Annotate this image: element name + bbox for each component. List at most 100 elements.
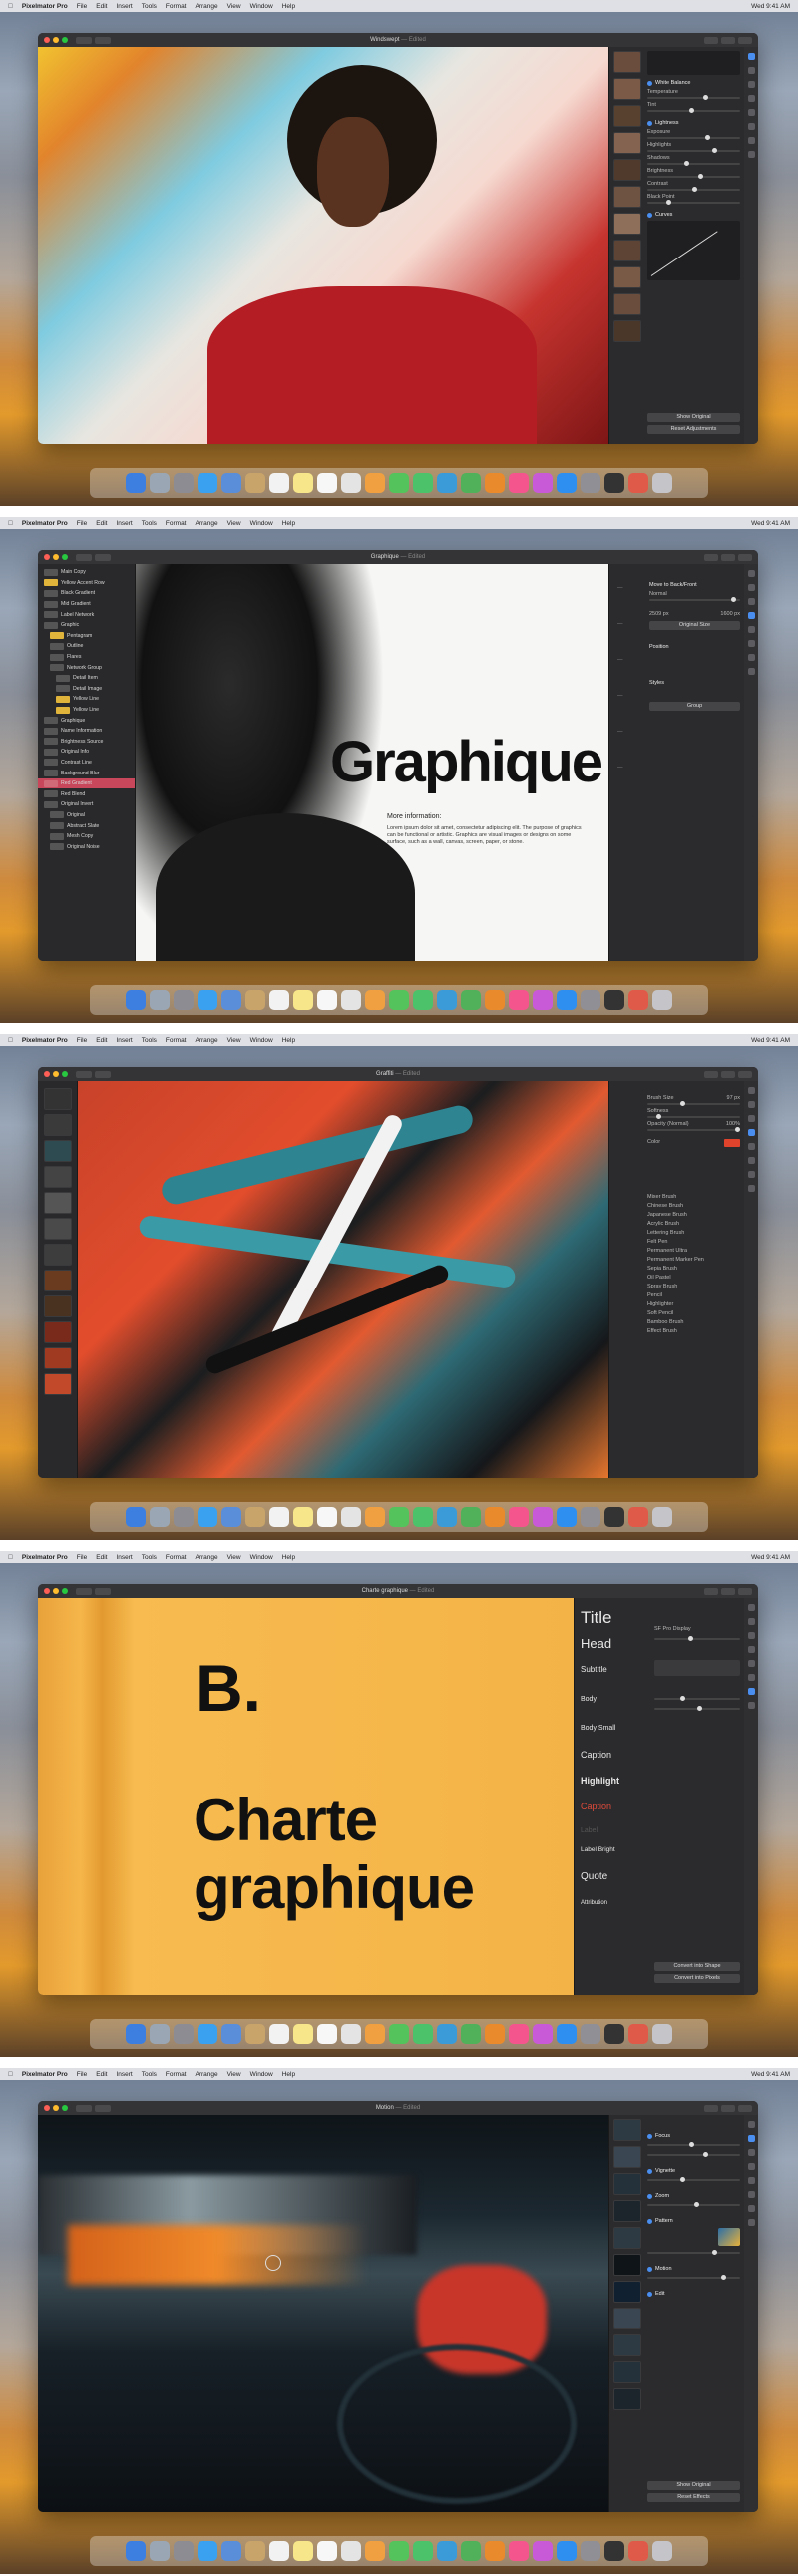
menu-window[interactable]: Window (250, 1037, 273, 1044)
menu-tools[interactable]: Tools (142, 2071, 157, 2078)
menu-arrange[interactable]: Arrange (196, 3, 218, 10)
zoom-icon[interactable] (62, 37, 68, 43)
layers-button[interactable] (738, 553, 752, 561)
effect-thumbnail[interactable] (613, 2200, 641, 2222)
effect-thumbnail[interactable] (613, 2308, 641, 2329)
layer-row[interactable]: Detail Image (38, 684, 135, 695)
menu-window[interactable]: Window (250, 3, 273, 10)
retouch-icon[interactable] (747, 1115, 755, 1122)
menu-insert[interactable]: Insert (116, 2071, 132, 2078)
notes-icon[interactable] (293, 2541, 313, 2561)
layer-row[interactable]: Original Invert (38, 799, 135, 810)
pattern-swatch[interactable] (718, 2228, 740, 2246)
pages-icon[interactable] (485, 473, 505, 493)
siri-icon[interactable] (150, 2024, 170, 2044)
maps-icon[interactable] (341, 990, 361, 1010)
type-icon[interactable] (747, 654, 755, 661)
style-body-small[interactable]: Body Small (581, 1725, 650, 1732)
style-attribution[interactable]: Attribution (581, 1900, 650, 1906)
mail-icon[interactable] (221, 2541, 241, 2561)
pattern-effect-icon[interactable] (613, 2281, 641, 2303)
folder-icon[interactable] (628, 990, 648, 1010)
contacts-icon[interactable] (245, 1507, 265, 1527)
numbers-icon[interactable] (461, 1507, 481, 1527)
menu-file[interactable]: File (77, 1037, 87, 1044)
reminders-icon[interactable] (317, 990, 337, 1010)
ibooks-icon[interactable] (533, 2024, 553, 2044)
canvas-poster[interactable]: Graphique More information: Lorem ipsum … (136, 564, 608, 961)
paint-icon[interactable] (747, 2163, 755, 2170)
clock[interactable]: Wed 9:41 AM (751, 1037, 790, 1044)
brush-item[interactable]: Acrylic Brush (647, 1221, 740, 1227)
menu-app-name[interactable]: Pixelmator Pro (22, 520, 68, 527)
retouch-icon[interactable] (747, 2149, 755, 2156)
menu-tools[interactable]: Tools (142, 3, 157, 10)
preset-thumbnail[interactable] (613, 105, 641, 127)
zoom-button[interactable] (95, 2104, 111, 2112)
itunes-icon[interactable] (509, 2541, 529, 2561)
menu-tools[interactable]: Tools (142, 1037, 157, 1044)
contacts-icon[interactable] (245, 2541, 265, 2561)
brush-item[interactable]: Felt Pen (647, 1239, 740, 1245)
pages-icon[interactable] (485, 2024, 505, 2044)
preset-thumbnail[interactable] (613, 266, 641, 288)
numbers-icon[interactable] (461, 990, 481, 1010)
photos-icon[interactable] (365, 2024, 385, 2044)
photos-icon[interactable] (365, 990, 385, 1010)
mail-icon[interactable] (221, 473, 241, 493)
crop-icon[interactable] (747, 2191, 755, 2198)
reset-effects-button[interactable]: Reset Effects (647, 2493, 740, 2502)
paint-icon[interactable] (747, 95, 755, 102)
pixelmator-pro-icon[interactable] (604, 2024, 624, 2044)
siri-icon[interactable] (150, 1507, 170, 1527)
pixelmator-pro-icon[interactable] (604, 2541, 624, 2561)
style-highlight[interactable]: Highlight (581, 1776, 650, 1786)
close-icon[interactable] (44, 2105, 50, 2111)
launchpad-icon[interactable] (174, 1507, 194, 1527)
apple-icon[interactable]:  (8, 3, 13, 10)
layer-row[interactable]: Yellow Line (38, 705, 135, 716)
layer-row[interactable]: Brightness Source (38, 737, 135, 748)
notes-icon[interactable] (293, 1507, 313, 1527)
menu-edit[interactable]: Edit (96, 1037, 107, 1044)
notes-icon[interactable] (293, 2024, 313, 2044)
launchpad-icon[interactable] (174, 473, 194, 493)
show-original-button[interactable]: Show Original (647, 2481, 740, 2490)
layer-row[interactable]: Pentagram (38, 631, 135, 642)
itunes-icon[interactable] (509, 1507, 529, 1527)
stroke-thumbnail[interactable] (44, 1166, 72, 1188)
style-caption[interactable]: Caption (581, 1750, 650, 1760)
effect-pattern[interactable]: Pattern (647, 2218, 740, 2224)
layer-row[interactable]: Original Info (38, 747, 135, 758)
menu-edit[interactable]: Edit (96, 3, 107, 10)
facetime-icon[interactable] (413, 2024, 433, 2044)
retouch-icon[interactable] (747, 598, 755, 605)
messages-icon[interactable] (389, 2024, 409, 2044)
effects-icon[interactable] (747, 1618, 755, 1625)
preset-thumbnail[interactable] (613, 132, 641, 154)
keynote-icon[interactable] (437, 473, 457, 493)
maps-icon[interactable] (341, 2024, 361, 2044)
stroke-thumbnail[interactable] (44, 1347, 72, 1369)
calendar-icon[interactable] (269, 990, 289, 1010)
type-icon[interactable] (747, 1171, 755, 1178)
layer-row[interactable]: Yellow Line (38, 694, 135, 705)
stroke-thumbnail[interactable] (44, 1114, 72, 1136)
finder-icon[interactable] (126, 2024, 146, 2044)
pages-icon[interactable] (485, 990, 505, 1010)
menu-arrange[interactable]: Arrange (196, 1037, 218, 1044)
keynote-icon[interactable] (437, 2541, 457, 2561)
ibooks-icon[interactable] (533, 1507, 553, 1527)
brush-item[interactable]: Sepia Brush (647, 1266, 740, 1272)
system-preferences-icon[interactable] (581, 2541, 600, 2561)
shape-icon[interactable] (747, 2219, 755, 2226)
notes-icon[interactable] (293, 990, 313, 1010)
show-original-button[interactable]: Show Original (647, 413, 740, 422)
clock[interactable]: Wed 9:41 AM (751, 2071, 790, 2078)
notes-icon[interactable] (293, 473, 313, 493)
menu-arrange[interactable]: Arrange (196, 1554, 218, 1561)
reminders-icon[interactable] (317, 2541, 337, 2561)
layer-row[interactable]: Black Gradient (38, 588, 135, 599)
share-button[interactable] (704, 553, 718, 561)
menu-view[interactable]: View (227, 1554, 241, 1561)
